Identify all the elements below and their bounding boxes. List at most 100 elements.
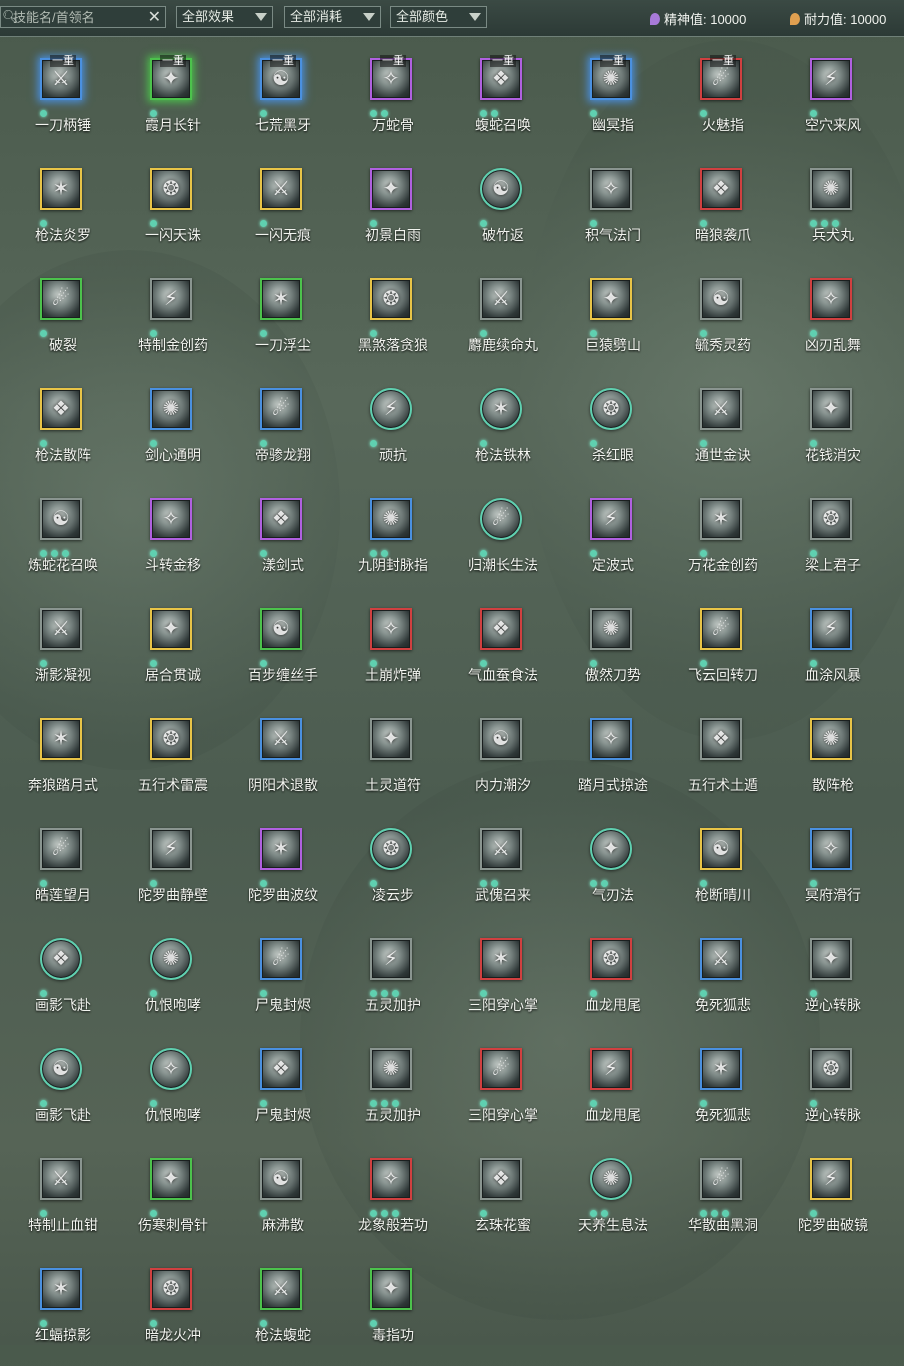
skill-slot[interactable]: ✧ 龙象般若功 <box>338 1146 448 1256</box>
skill-slot[interactable]: ☄ 皓莲望月 <box>8 816 118 926</box>
skill-slot[interactable]: ✶ 枪法铁林 <box>448 376 558 486</box>
skill-slot[interactable]: ☄ 破裂 <box>8 266 118 376</box>
clear-icon[interactable]: ✕ <box>148 7 161 27</box>
skill-slot[interactable]: ✺ 一重 幽冥指 <box>558 46 668 156</box>
search-input[interactable] <box>13 8 145 26</box>
skill-icon[interactable]: ☯ <box>40 1048 82 1090</box>
skill-icon[interactable]: ✧ <box>810 828 852 870</box>
skill-slot[interactable]: ✦ 毒指功 <box>338 1256 448 1366</box>
skill-slot[interactable]: ⚡ 血龙甩尾 <box>558 1036 668 1146</box>
skill-icon[interactable]: ❖ <box>700 168 742 210</box>
skill-slot[interactable]: ✦ 一重 霞月长针 <box>118 46 228 156</box>
skill-slot[interactable]: ⚡ 五灵加护 <box>338 926 448 1036</box>
skill-icon[interactable]: ✶ <box>40 718 82 760</box>
skill-slot[interactable]: ✦ 逆心转脉 <box>778 926 888 1036</box>
skill-icon[interactable]: ✦ <box>590 278 632 320</box>
skill-icon[interactable]: ⚔ <box>40 1158 82 1200</box>
skill-slot[interactable]: ❖ 画影飞赴 <box>8 926 118 1036</box>
skill-icon[interactable]: ✺ <box>810 718 852 760</box>
skill-icon[interactable]: ✶ <box>700 498 742 540</box>
skill-icon[interactable]: ✧ <box>150 1048 192 1090</box>
skill-icon[interactable]: ⚡ <box>150 828 192 870</box>
skill-icon[interactable]: ❖ <box>260 1048 302 1090</box>
skill-slot[interactable]: ✦ 伤寒刺骨针 <box>118 1146 228 1256</box>
skill-icon[interactable]: ⚡ <box>370 938 412 980</box>
skill-slot[interactable]: ❖ 漾剑式 <box>228 486 338 596</box>
skill-icon[interactable]: ❖ <box>40 938 82 980</box>
skill-slot[interactable]: ✺ 傲然刀势 <box>558 596 668 706</box>
skill-icon[interactable]: ⚡ <box>590 498 632 540</box>
skill-icon[interactable]: ⚡ <box>810 58 852 100</box>
skill-icon[interactable]: ❂ <box>150 168 192 210</box>
skill-slot[interactable]: ✧ 积气法门 <box>558 156 668 266</box>
skill-icon[interactable]: ☯ <box>480 168 522 210</box>
skill-slot[interactable]: ☄ 归潮长生法 <box>448 486 558 596</box>
skill-icon[interactable]: ✺ <box>590 608 632 650</box>
skill-icon[interactable]: ⚔ <box>480 828 522 870</box>
skill-icon[interactable]: ❖ <box>480 608 522 650</box>
skill-slot[interactable]: ⚔ 通世金诀 <box>668 376 778 486</box>
skill-slot[interactable]: ⚔ 一重 一刀柄锤 <box>8 46 118 156</box>
skill-icon[interactable]: ⚡ <box>810 608 852 650</box>
skill-slot[interactable]: ☄ 帝骖龙翔 <box>228 376 338 486</box>
skill-icon[interactable]: ☄ <box>480 498 522 540</box>
skill-icon[interactable]: ⚔ <box>700 938 742 980</box>
skill-slot[interactable]: ❖ 玄珠花蜜 <box>448 1146 558 1256</box>
skill-slot[interactable]: ✺ 剑心通明 <box>118 376 228 486</box>
cost-filter-dropdown[interactable]: 全部消耗 <box>284 6 381 28</box>
skill-slot[interactable]: ✧ 一重 万蛇骨 <box>338 46 448 156</box>
skill-icon[interactable]: ❖ 一重 <box>480 55 522 100</box>
skill-slot[interactable]: ❂ 血龙甩尾 <box>558 926 668 1036</box>
skill-icon[interactable]: ☯ <box>40 498 82 540</box>
skill-icon[interactable]: ✦ <box>370 718 412 760</box>
skill-slot[interactable]: ❖ 一重 蝮蛇召唤 <box>448 46 558 156</box>
skill-slot[interactable]: ⚔ 枪法蝮蛇 <box>228 1256 338 1366</box>
skill-icon[interactable]: ⚔ 一重 <box>40 55 82 100</box>
effect-filter-dropdown[interactable]: 全部效果 <box>176 6 273 28</box>
skill-slot[interactable]: ⚔ 武傀召来 <box>448 816 558 926</box>
skill-slot[interactable]: ✺ 五灵加护 <box>338 1036 448 1146</box>
skill-icon[interactable]: ✺ 一重 <box>590 55 632 100</box>
skill-icon[interactable]: ✦ <box>150 1158 192 1200</box>
skill-icon[interactable]: ☄ <box>40 278 82 320</box>
skill-slot[interactable]: ✶ 三阳穿心掌 <box>448 926 558 1036</box>
skill-icon[interactable]: ❂ <box>810 498 852 540</box>
skill-icon[interactable]: ☄ 一重 <box>700 55 742 100</box>
skill-slot[interactable]: ✧ 土崩炸弹 <box>338 596 448 706</box>
skill-slot[interactable]: ✦ 初景白雨 <box>338 156 448 266</box>
skill-slot[interactable]: ✧ 斗转金移 <box>118 486 228 596</box>
skill-slot[interactable]: ✺ 兵犬丸 <box>778 156 888 266</box>
skill-slot[interactable]: ⚡ 陀罗曲破镜 <box>778 1146 888 1256</box>
skill-icon[interactable]: ✦ <box>810 938 852 980</box>
skill-slot[interactable]: ⚡ 血涂风暴 <box>778 596 888 706</box>
skill-icon[interactable]: ✧ <box>150 498 192 540</box>
skill-slot[interactable]: ❂ 黑煞落贪狼 <box>338 266 448 376</box>
skill-slot[interactable]: ⚔ 免死狐悲 <box>668 926 778 1036</box>
skill-slot[interactable]: ⚡ 定波式 <box>558 486 668 596</box>
skill-slot[interactable]: ✶ 枪法炎罗 <box>8 156 118 266</box>
skill-slot[interactable]: ⚔ 麝鹿续命丸 <box>448 266 558 376</box>
skill-icon[interactable]: ✺ <box>590 1158 632 1200</box>
skill-icon[interactable]: ❂ <box>810 1048 852 1090</box>
skill-icon[interactable]: ✦ <box>150 608 192 650</box>
skill-slot[interactable]: ❂ 五行术雷震 <box>118 706 228 816</box>
skill-slot[interactable]: ❖ 气血蚕食法 <box>448 596 558 706</box>
skill-icon[interactable]: ❂ <box>150 1268 192 1310</box>
skill-slot[interactable]: ✦ 土灵道符 <box>338 706 448 816</box>
skill-icon[interactable]: ✺ <box>810 168 852 210</box>
skill-icon[interactable]: ✦ 一重 <box>150 55 192 100</box>
skill-slot[interactable]: ✦ 居合贯诚 <box>118 596 228 706</box>
skill-icon[interactable]: ✺ <box>150 388 192 430</box>
skill-icon[interactable]: ✦ <box>370 1268 412 1310</box>
skill-slot[interactable]: ☯ 毓秀灵药 <box>668 266 778 376</box>
skill-slot[interactable]: ⚔ 一闪无痕 <box>228 156 338 266</box>
skill-icon[interactable]: ⚔ <box>260 168 302 210</box>
skill-slot[interactable]: ⚔ 渐影凝视 <box>8 596 118 706</box>
skill-icon[interactable]: ✧ <box>590 168 632 210</box>
skill-icon[interactable]: ❂ <box>590 388 632 430</box>
skill-icon[interactable]: ✶ <box>480 938 522 980</box>
skill-slot[interactable]: ❖ 尸鬼封烬 <box>228 1036 338 1146</box>
skill-icon[interactable]: ✶ <box>40 168 82 210</box>
skill-icon[interactable]: ⚡ <box>150 278 192 320</box>
skill-icon[interactable]: ☯ <box>260 608 302 650</box>
